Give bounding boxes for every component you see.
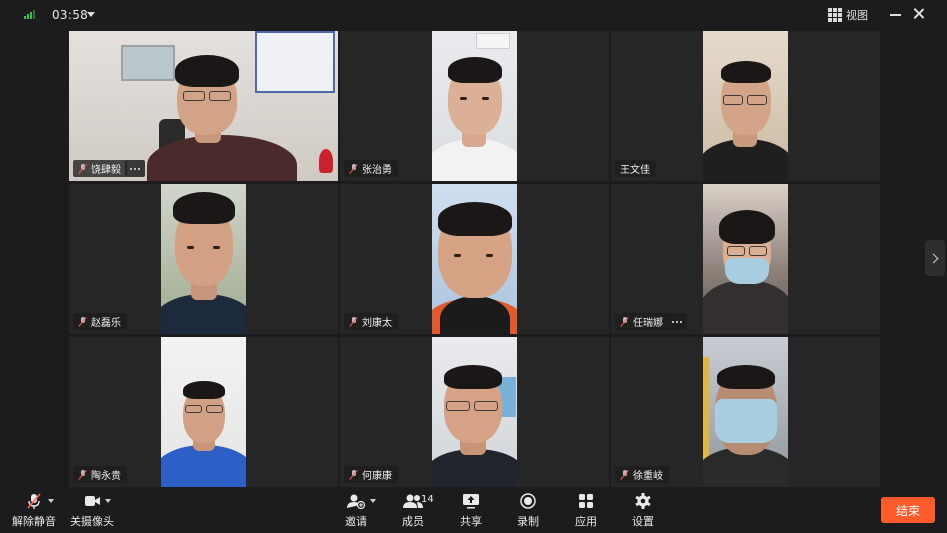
record-label: 录制 [517, 515, 539, 528]
yellow-pole [703, 357, 709, 467]
view-button[interactable]: 视图 [828, 7, 868, 23]
invite-button[interactable]: 邀请 [345, 493, 367, 529]
members-label: 成员 [402, 515, 424, 528]
apps-grid-icon [579, 494, 593, 508]
participant-name-tag: 陶永贵 [73, 466, 127, 483]
mic-muted-icon [349, 163, 358, 174]
chevron-down-icon[interactable] [48, 499, 54, 503]
participant-name-tag: 任瑞娜 [615, 313, 669, 330]
participant-tile[interactable]: 张治勇 [340, 31, 609, 181]
view-label: 视图 [846, 9, 868, 22]
apps-button[interactable]: 应用 [575, 493, 597, 529]
settings-label: 设置 [632, 515, 654, 528]
participant-tile[interactable]: 任瑞娜 [611, 184, 880, 334]
apps-label: 应用 [575, 515, 597, 528]
mic-muted-icon [620, 316, 629, 327]
mic-muted-icon [349, 316, 358, 327]
camera-label: 关摄像头 [70, 515, 114, 528]
mic-muted-icon [620, 469, 629, 480]
mic-muted-icon [78, 316, 87, 327]
mic-muted-icon [78, 469, 87, 480]
meeting-timer[interactable]: 03:58 [52, 8, 88, 22]
more-options-button[interactable] [125, 160, 145, 177]
participant-name: 何康康 [362, 471, 392, 482]
mic-muted-icon [78, 163, 87, 174]
participant-video [69, 31, 338, 181]
share-screen-icon [463, 494, 479, 509]
participant-name: 张治勇 [362, 165, 392, 176]
chevron-down-icon[interactable] [370, 499, 376, 503]
chevron-down-icon[interactable] [105, 499, 111, 503]
participant-name-tag: 徐重岐 [615, 466, 669, 483]
record-button[interactable]: 录制 [517, 493, 539, 529]
wall-notice [255, 31, 335, 93]
participant-name-tag: 饶肆毅 [73, 160, 127, 177]
participant-video [161, 337, 246, 487]
participant-tile[interactable]: 饶肆毅 [69, 31, 338, 181]
participant-name: 陶永贵 [91, 471, 121, 482]
wall-frame [121, 45, 175, 81]
participant-video [432, 184, 517, 334]
record-icon [520, 493, 536, 509]
mic-muted-icon [349, 469, 358, 480]
minimize-button[interactable] [890, 14, 901, 16]
participant-video [703, 184, 788, 334]
invite-label: 邀请 [345, 515, 367, 528]
participant-video [703, 337, 788, 487]
participant-video [432, 31, 517, 181]
members-count-badge: 14 [421, 494, 434, 505]
video-grid: 饶肆毅 张治勇 王文佳 赵磊乐 刘康太 任瑞娜 陶永贵 何康康 徐重岐 [69, 31, 880, 487]
video-camera-icon [85, 496, 100, 506]
participant-name: 赵磊乐 [91, 318, 121, 329]
participant-video [432, 337, 517, 487]
participant-tile[interactable]: 刘康太 [340, 184, 609, 334]
participant-tile[interactable]: 赵磊乐 [69, 184, 338, 334]
participant-name: 徐重岐 [633, 471, 663, 482]
air-conditioner [476, 33, 510, 49]
mic-muted-icon [27, 493, 41, 509]
unmute-label: 解除静音 [12, 515, 56, 528]
participant-tile[interactable]: 王文佳 [611, 31, 880, 181]
close-button[interactable] [911, 6, 927, 22]
signal-icon [24, 10, 35, 19]
participant-name-tag: 刘康太 [344, 313, 398, 330]
participant-tile[interactable]: 陶永贵 [69, 337, 338, 487]
add-person-icon [347, 494, 366, 509]
chevron-down-icon[interactable] [87, 12, 95, 17]
participant-name-tag: 何康康 [344, 466, 398, 483]
gear-icon [635, 493, 651, 509]
participant-name-tag: 张治勇 [344, 160, 398, 177]
participant-name: 任瑞娜 [633, 318, 663, 329]
participant-name-tag: 赵磊乐 [73, 313, 127, 330]
participant-tile[interactable]: 何康康 [340, 337, 609, 487]
participant-video [703, 31, 788, 181]
participant-name: 刘康太 [362, 318, 392, 329]
share-label: 共享 [460, 515, 482, 528]
settings-button[interactable]: 设置 [632, 493, 654, 529]
bottom-toolbar: 解除静音 关摄像头 邀请 成员 共享 录制 应用 设置 [0, 487, 947, 533]
participant-name: 王文佳 [620, 165, 650, 176]
participant-name-tag: 王文佳 [615, 160, 656, 177]
grid-view-icon [828, 8, 842, 22]
meeting-window: 03:58 视图 饶肆毅 张治勇 王文佳 赵磊乐 刘康太 任瑞娜 陶永贵 何康康… [0, 0, 947, 533]
next-page-button[interactable] [925, 240, 945, 276]
participant-video [161, 184, 246, 334]
participant-name: 饶肆毅 [91, 165, 121, 176]
end-meeting-button[interactable]: 结束 [881, 497, 935, 523]
participant-tile[interactable]: 徐重岐 [611, 337, 880, 487]
share-button[interactable]: 共享 [460, 493, 482, 529]
more-options-button[interactable] [667, 313, 687, 330]
top-bar: 03:58 视图 [0, 0, 947, 30]
flower [319, 149, 333, 173]
